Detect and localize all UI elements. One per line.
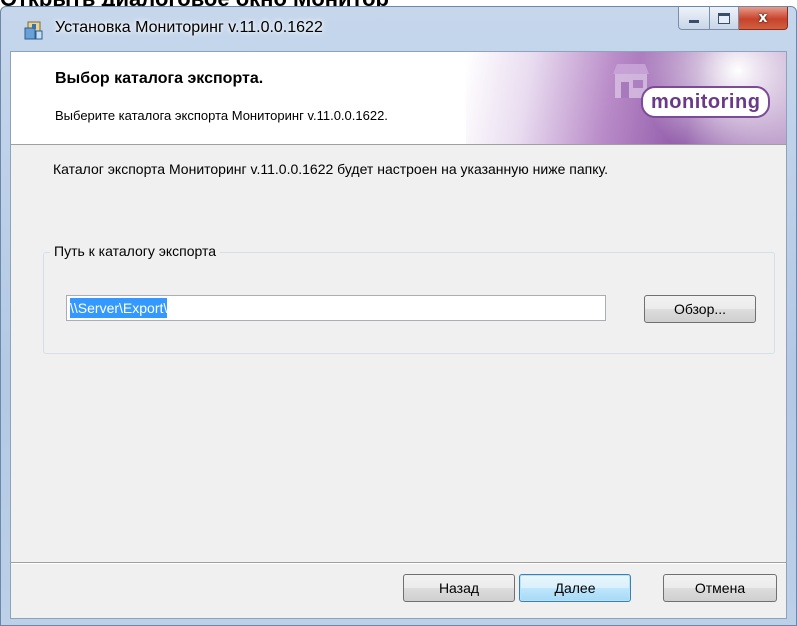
title-bar[interactable]: Установка Мониторинг v.11.0.0.1622 x — [1, 7, 796, 51]
export-path-value: \\Server\Export\ — [70, 298, 168, 318]
next-button[interactable]: Далее — [519, 574, 631, 602]
minimize-icon — [689, 19, 699, 23]
maximize-icon — [718, 12, 730, 24]
footer-divider — [11, 562, 786, 564]
group-label: Путь к каталогу экспорта — [50, 243, 221, 259]
export-path-group: Путь к каталогу экспорта \\Server\Export… — [43, 243, 775, 354]
banner-title: Выбор каталога экспорта. — [55, 70, 264, 87]
maximize-button[interactable] — [710, 7, 739, 30]
export-path-input[interactable]: \\Server\Export\ — [66, 295, 606, 321]
back-button[interactable]: Назад — [403, 574, 515, 602]
close-icon: x — [758, 10, 768, 26]
dialog-client-area: Выбор каталога экспорта. Выберите катало… — [10, 51, 787, 619]
window-title: Установка Мониторинг v.11.0.0.1622 — [55, 19, 323, 36]
installer-app-icon — [24, 21, 43, 40]
description-text: Каталог экспорта Мониторинг v.11.0.0.162… — [53, 161, 608, 177]
header-banner: Выбор каталога экспорта. Выберите катало… — [11, 52, 786, 145]
cancel-button[interactable]: Отмена — [663, 574, 777, 602]
window-controls: x — [678, 7, 788, 31]
monitoring-logo: monitoring — [641, 86, 771, 118]
banner-subtitle: Выберите каталога экспорта Мониторинг v.… — [55, 108, 388, 123]
installer-window: Установка Мониторинг v.11.0.0.1622 x Выб… — [0, 6, 797, 626]
close-button[interactable]: x — [739, 7, 788, 30]
browse-button[interactable]: Обзор... — [644, 295, 756, 323]
minimize-button[interactable] — [678, 7, 710, 30]
